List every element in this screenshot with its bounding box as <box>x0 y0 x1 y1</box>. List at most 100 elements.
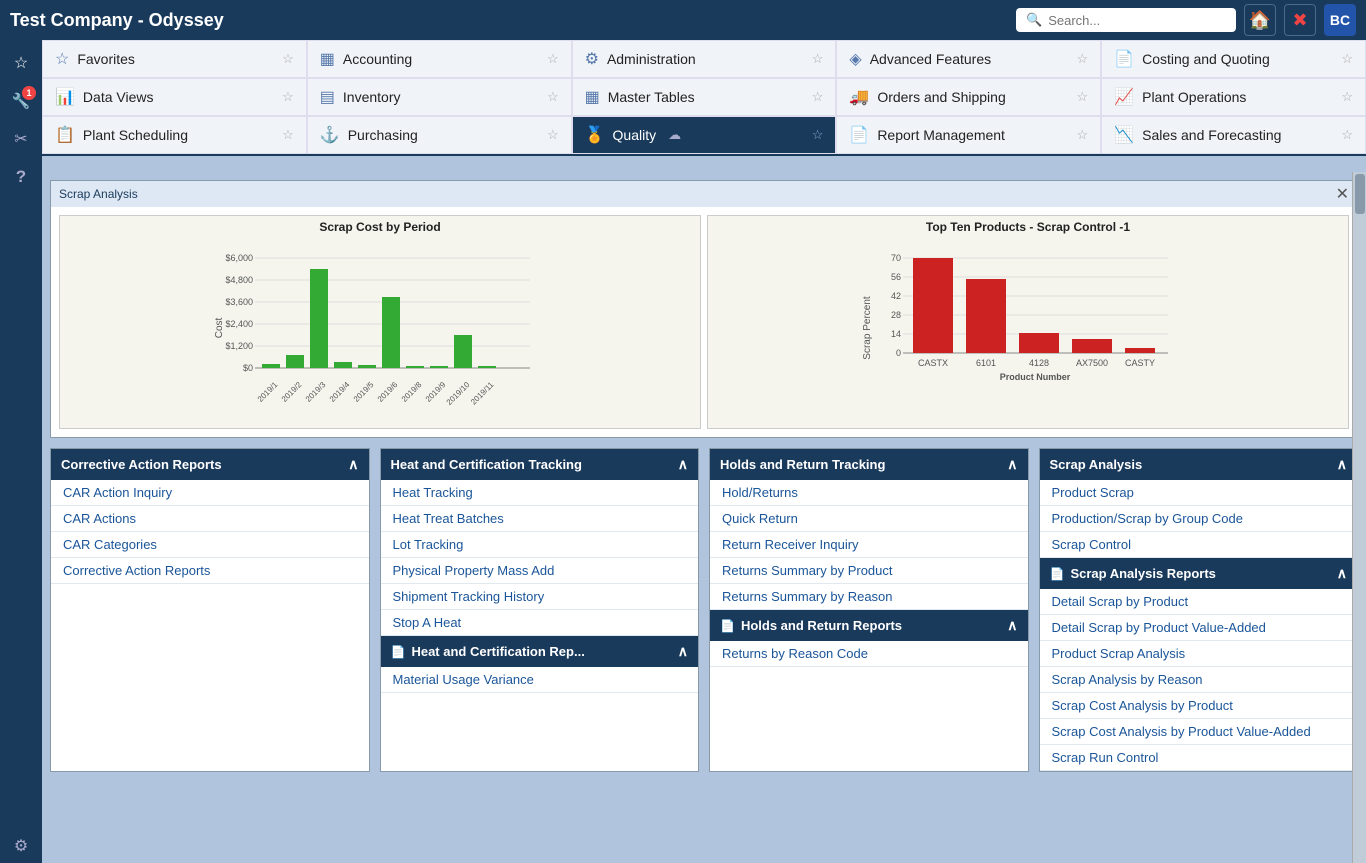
costing-icon: 📄 <box>1114 49 1134 69</box>
advanced-icon: ◈ <box>849 49 861 69</box>
nav-star[interactable]: ☆ <box>812 51 824 67</box>
search-input[interactable] <box>1048 13 1226 28</box>
topbar: Test Company - Odyssey 🔍 🏠 ✖ BC <box>0 0 1366 40</box>
close-button[interactable]: ✖ <box>1284 4 1316 36</box>
nav-star[interactable]: ☆ <box>1077 89 1089 105</box>
chart1-svg: Cost $6,000 $4,800 $3,600 $2,400 $1,200 … <box>60 238 700 413</box>
svg-text:CASTY: CASTY <box>1125 358 1155 368</box>
nav-purchasing[interactable]: ⚓ Purchasing ☆ <box>307 116 572 154</box>
product-scrap-analysis[interactable]: Product Scrap Analysis <box>1040 641 1358 667</box>
detail-scrap-product[interactable]: Detail Scrap by Product <box>1040 589 1358 615</box>
nav-data-views[interactable]: 📊 Data Views ☆ <box>42 78 307 116</box>
nav-star[interactable]: ☆ <box>812 89 824 105</box>
nav-star[interactable]: ☆ <box>1341 51 1353 67</box>
nav-favorites[interactable]: ☆ Favorites ☆ <box>42 40 307 78</box>
navmenu: ☆ Favorites ☆ ▦ Accounting ☆ ⚙ Administr… <box>42 40 1366 156</box>
nav-star[interactable]: ☆ <box>1341 89 1353 105</box>
holds-return-reports-header: 📄 Holds and Return Reports ∧ <box>710 610 1028 641</box>
nav-plant-operations[interactable]: 📈 Plant Operations ☆ <box>1101 78 1366 116</box>
svg-text:Cost: Cost <box>214 317 225 338</box>
nav-advanced-features[interactable]: ◈ Advanced Features ☆ <box>836 40 1101 78</box>
svg-text:0: 0 <box>896 348 901 358</box>
scrap-cost-analysis-product-va[interactable]: Scrap Cost Analysis by Product Value-Add… <box>1040 719 1358 745</box>
report-icon: 📄 <box>849 125 869 145</box>
nav-star[interactable]: ☆ <box>547 127 559 143</box>
collapse-holds-return[interactable]: ∧ <box>1007 456 1017 473</box>
scrap-run-control[interactable]: Scrap Run Control <box>1040 745 1358 771</box>
nav-administration[interactable]: ⚙ Administration ☆ <box>572 40 837 78</box>
nav-star[interactable]: ☆ <box>547 89 559 105</box>
nav-inventory[interactable]: ▤ Inventory ☆ <box>307 78 572 116</box>
nav-orders-shipping[interactable]: 🚚 Orders and Shipping ☆ <box>836 78 1101 116</box>
returns-summary-product[interactable]: Returns Summary by Product <box>710 558 1028 584</box>
car-categories[interactable]: CAR Categories <box>51 532 369 558</box>
heat-cert-header: Heat and Certification Tracking ∧ <box>381 449 699 480</box>
shipment-tracking-history[interactable]: Shipment Tracking History <box>381 584 699 610</box>
collapse-scrap-analysis[interactable]: ∧ <box>1337 456 1347 473</box>
detail-scrap-product-va[interactable]: Detail Scrap by Product Value-Added <box>1040 615 1358 641</box>
chart2-svg: Scrap Percent 70 56 42 28 14 0 <box>708 238 1348 413</box>
sidebar-modules[interactable]: 🔧 1 <box>4 84 38 118</box>
collapse-scrap-reports[interactable]: ∧ <box>1337 565 1347 582</box>
nav-star[interactable]: ☆ <box>282 127 294 143</box>
doc-icon: 📄 <box>1050 567 1065 581</box>
quick-return[interactable]: Quick Return <box>710 506 1028 532</box>
nav-star[interactable]: ☆ <box>812 127 824 143</box>
chart2-title: Top Ten Products - Scrap Control -1 <box>708 216 1348 238</box>
chart-panel-close[interactable]: ✕ <box>1336 184 1349 204</box>
collapse-heat-cert[interactable]: ∧ <box>678 456 688 473</box>
nav-accounting[interactable]: ▦ Accounting ☆ <box>307 40 572 78</box>
nav-sales-forecasting[interactable]: 📉 Sales and Forecasting ☆ <box>1101 116 1366 154</box>
physical-property-mass-add[interactable]: Physical Property Mass Add <box>381 558 699 584</box>
scrap-cost-analysis-product[interactable]: Scrap Cost Analysis by Product <box>1040 693 1358 719</box>
svg-text:2019/10: 2019/10 <box>445 380 472 407</box>
home-button[interactable]: 🏠 <box>1244 4 1276 36</box>
nav-star[interactable]: ☆ <box>1341 127 1353 143</box>
nav-star[interactable]: ☆ <box>1077 51 1089 67</box>
nav-star[interactable]: ☆ <box>1077 127 1089 143</box>
quality-cloud-icon: ☁ <box>668 127 681 143</box>
sidebar-settings[interactable]: ⚙ <box>4 829 38 863</box>
stop-a-heat[interactable]: Stop A Heat <box>381 610 699 636</box>
nav-quality[interactable]: 🏅 Quality ☁ ☆ <box>572 116 837 154</box>
nav-costing-quoting[interactable]: 📄 Costing and Quoting ☆ <box>1101 40 1366 78</box>
scrollbar[interactable] <box>1352 172 1366 863</box>
scrap-control[interactable]: Scrap Control <box>1040 532 1358 558</box>
car-action-inquiry[interactable]: CAR Action Inquiry <box>51 480 369 506</box>
heat-tracking[interactable]: Heat Tracking <box>381 480 699 506</box>
chart-top-products: Top Ten Products - Scrap Control -1 Scra… <box>707 215 1349 429</box>
collapse-heat-cert-reports[interactable]: ∧ <box>678 643 688 660</box>
scrollbar-thumb[interactable] <box>1355 174 1365 214</box>
nav-star[interactable]: ☆ <box>547 51 559 67</box>
nav-star[interactable]: ☆ <box>282 51 294 67</box>
hold-returns[interactable]: Hold/Returns <box>710 480 1028 506</box>
search-icon: 🔍 <box>1026 12 1042 28</box>
scrap-analysis-reason[interactable]: Scrap Analysis by Reason <box>1040 667 1358 693</box>
corrective-action-reports[interactable]: Corrective Action Reports <box>51 558 369 584</box>
quality-icon: 🏅 <box>585 125 605 145</box>
nav-star[interactable]: ☆ <box>282 89 294 105</box>
sidebar-tools[interactable]: ✂ <box>4 122 38 156</box>
production-scrap-group[interactable]: Production/Scrap by Group Code <box>1040 506 1358 532</box>
user-badge[interactable]: BC <box>1324 4 1356 36</box>
collapse-holds-reports[interactable]: ∧ <box>1007 617 1017 634</box>
nav-master-tables[interactable]: ▦ Master Tables ☆ <box>572 78 837 116</box>
sidebar-help[interactable]: ? <box>4 160 38 194</box>
sidebar-favorites[interactable]: ☆ <box>4 46 38 80</box>
material-usage-variance[interactable]: Material Usage Variance <box>381 667 699 693</box>
heat-treat-batches[interactable]: Heat Treat Batches <box>381 506 699 532</box>
nav-report-management[interactable]: 📄 Report Management ☆ <box>836 116 1101 154</box>
lot-tracking[interactable]: Lot Tracking <box>381 532 699 558</box>
heat-cert-reports-header: 📄 Heat and Certification Rep... ∧ <box>381 636 699 667</box>
charts-container: Scrap Cost by Period Cost $6,000 $4,800 … <box>51 207 1357 437</box>
search-box[interactable]: 🔍 <box>1016 8 1236 32</box>
collapse-corrective-action[interactable]: ∧ <box>348 456 358 473</box>
product-scrap[interactable]: Product Scrap <box>1040 480 1358 506</box>
chart-panel: Scrap Analysis ✕ Scrap Cost by Period Co… <box>50 180 1358 438</box>
scrap-analysis-reports-header: 📄 Scrap Analysis Reports ∧ <box>1040 558 1358 589</box>
returns-by-reason-code[interactable]: Returns by Reason Code <box>710 641 1028 667</box>
nav-plant-scheduling[interactable]: 📋 Plant Scheduling ☆ <box>42 116 307 154</box>
returns-summary-reason[interactable]: Returns Summary by Reason <box>710 584 1028 610</box>
car-actions[interactable]: CAR Actions <box>51 506 369 532</box>
return-receiver-inquiry[interactable]: Return Receiver Inquiry <box>710 532 1028 558</box>
